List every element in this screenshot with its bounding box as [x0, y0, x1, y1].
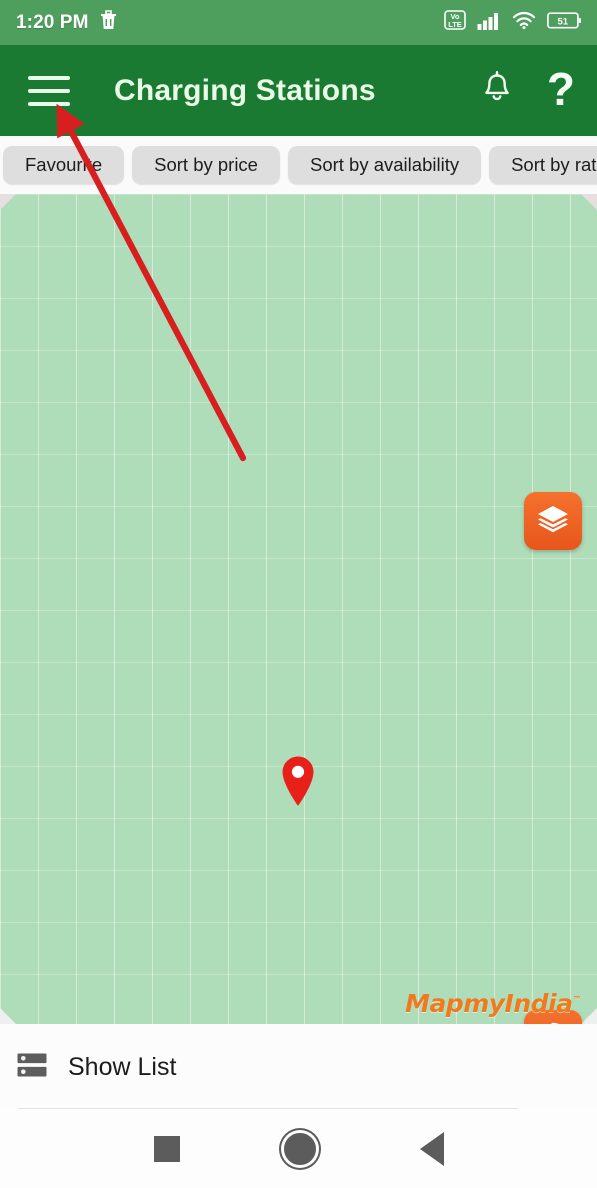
layers-icon [536, 503, 570, 540]
volte-icon: Vo LTE [444, 10, 466, 35]
show-list-label: Show List [68, 1052, 177, 1081]
chip-sort-by-rating[interactable]: Sort by rating [489, 146, 597, 184]
status-bar-left: 1:20 PM [16, 9, 118, 36]
app-screen: 1:20 PM Vo LTE 51 Charging Stations ? Fa… [0, 0, 597, 1188]
bottom-divider [18, 1108, 518, 1109]
chip-label: Sort by availability [309, 154, 460, 175]
battery-percent-text: 51 [557, 16, 568, 27]
signal-bars-icon [477, 10, 501, 35]
hamburger-bar-3 [28, 101, 70, 106]
page-title: Charging Stations [114, 73, 376, 107]
filter-chip-row: Favourite Sort by price Sort by availabi… [0, 136, 597, 194]
status-bar-clock: 1:20 PM [16, 11, 89, 33]
list-view-icon [16, 1050, 48, 1085]
chip-label: Sort by rating [511, 154, 597, 175]
map-view[interactable]: MapmyIndia™ [0, 194, 597, 1024]
home-button[interactable] [283, 1133, 316, 1165]
map-pin-marker[interactable] [279, 755, 317, 807]
map-canvas[interactable] [0, 194, 597, 1024]
chip-sort-by-availability[interactable]: Sort by availability [287, 146, 482, 184]
home-circle-icon [283, 1133, 316, 1165]
chip-favourite[interactable]: Favourite [3, 146, 125, 184]
chip-sort-by-price[interactable]: Sort by price [132, 146, 280, 184]
android-nav-bar [0, 1110, 597, 1188]
layers-button[interactable] [524, 492, 582, 550]
status-bar-right: Vo LTE 51 [444, 10, 583, 35]
hamburger-bar-1 [28, 75, 70, 80]
back-button[interactable] [419, 1132, 444, 1166]
recents-square-icon [153, 1136, 180, 1162]
status-bar: 1:20 PM Vo LTE 51 [0, 0, 597, 45]
battery-icon: 51 [547, 11, 583, 35]
app-bar: Charging Stations ? [0, 45, 597, 136]
show-list-button[interactable]: Show List [0, 1024, 597, 1110]
recents-button[interactable] [153, 1136, 180, 1162]
help-icon[interactable]: ? [547, 66, 575, 112]
wifi-icon [512, 10, 536, 35]
refresh-button[interactable] [524, 1010, 582, 1024]
app-bar-actions: ? [481, 66, 575, 112]
back-triangle-icon [419, 1132, 444, 1166]
chip-label: Sort by price [154, 154, 258, 175]
svg-text:LTE: LTE [448, 20, 462, 29]
trash-icon [99, 9, 118, 36]
chip-label: Favourite [25, 154, 103, 175]
hamburger-bar-2 [28, 88, 70, 93]
hamburger-menu-icon[interactable] [28, 75, 70, 106]
bell-icon[interactable] [481, 70, 513, 111]
